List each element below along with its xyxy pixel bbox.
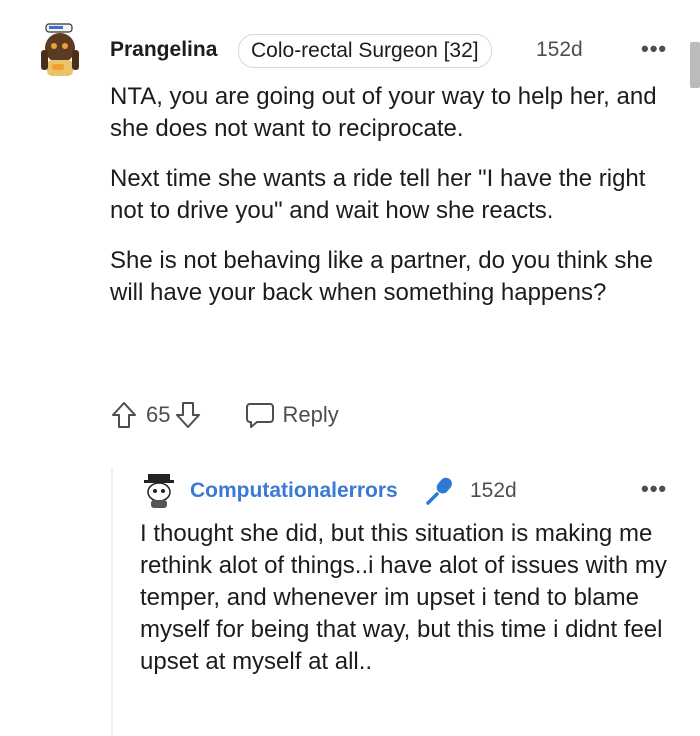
scrollbar[interactable] xyxy=(690,42,700,88)
downvote-button[interactable] xyxy=(174,400,202,430)
reply-more-options-button[interactable]: ••• xyxy=(641,476,667,502)
more-options-button[interactable]: ••• xyxy=(641,36,667,62)
microphone-icon xyxy=(424,474,458,511)
snoo-avatar-hat-icon xyxy=(144,474,174,508)
comment-actions: 65 Reply xyxy=(110,400,339,430)
reply-bubble-icon xyxy=(246,403,275,428)
upvote-icon xyxy=(112,402,136,428)
comment-paragraph: Next time she wants a ride tell her "I h… xyxy=(110,165,646,224)
reply-button[interactable]: Reply xyxy=(244,400,339,430)
downvote-icon xyxy=(176,402,201,428)
reply-avatar[interactable] xyxy=(140,472,178,510)
comment-paragraph: She is not behaving like a partner, do y… xyxy=(110,247,654,306)
vote-score: 65 xyxy=(146,402,171,427)
reply-body: I thought she did, but this situation is… xyxy=(140,520,667,675)
user-flair: Colo-rectal Surgeon [32] xyxy=(238,34,492,68)
reply-username[interactable]: Computationalerrors xyxy=(190,479,398,503)
comment-body: NTA, you are going out of your way to he… xyxy=(110,81,685,327)
avatar[interactable] xyxy=(32,22,88,80)
snoo-avatar-sailor-icon xyxy=(41,23,79,76)
thread-line[interactable] xyxy=(111,467,113,736)
reply-age: 152d xyxy=(470,479,517,502)
comment-age: 152d xyxy=(536,38,583,61)
reply-label: Reply xyxy=(282,402,339,427)
upvote-button[interactable] xyxy=(110,400,138,430)
comment-paragraph: NTA, you are going out of your way to he… xyxy=(110,83,657,142)
comment-username[interactable]: Prangelina xyxy=(110,38,217,62)
